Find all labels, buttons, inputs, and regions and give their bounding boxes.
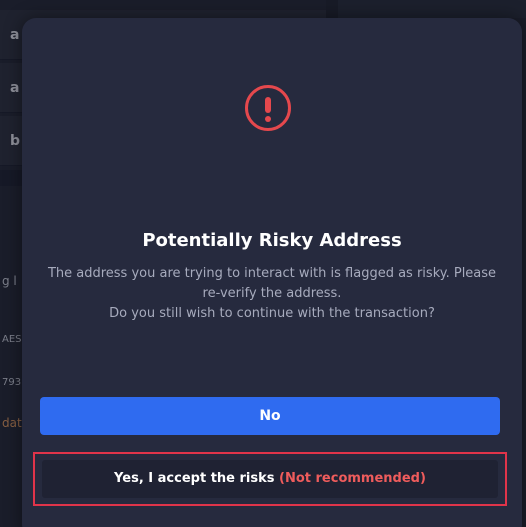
dialog-title: Potentially Risky Address	[142, 230, 402, 251]
screen: a a b g l AES 793 dat Potentially Risky …	[0, 0, 526, 527]
accept-risks-button[interactable]: Yes, I accept the risks (Not recommended…	[42, 460, 498, 498]
exclamation-dot	[265, 116, 271, 122]
description-line: re-verify the address.	[202, 286, 342, 301]
description-line: The address you are trying to interact w…	[47, 266, 497, 281]
not-recommended-label: (Not recommended)	[279, 471, 426, 486]
no-button[interactable]: No	[40, 397, 500, 435]
exclamation-circle-icon	[245, 85, 291, 131]
accept-risks-label: Yes, I accept the risks	[114, 471, 275, 486]
risky-address-dialog: Potentially Risky Address The address yo…	[22, 18, 522, 527]
accept-risks-highlight: Yes, I accept the risks (Not recommended…	[33, 452, 507, 506]
description-line: Do you still wish to continue with the t…	[109, 306, 435, 321]
exclamation-bar	[265, 97, 271, 113]
dialog-description: The address you are trying to interact w…	[32, 264, 512, 324]
